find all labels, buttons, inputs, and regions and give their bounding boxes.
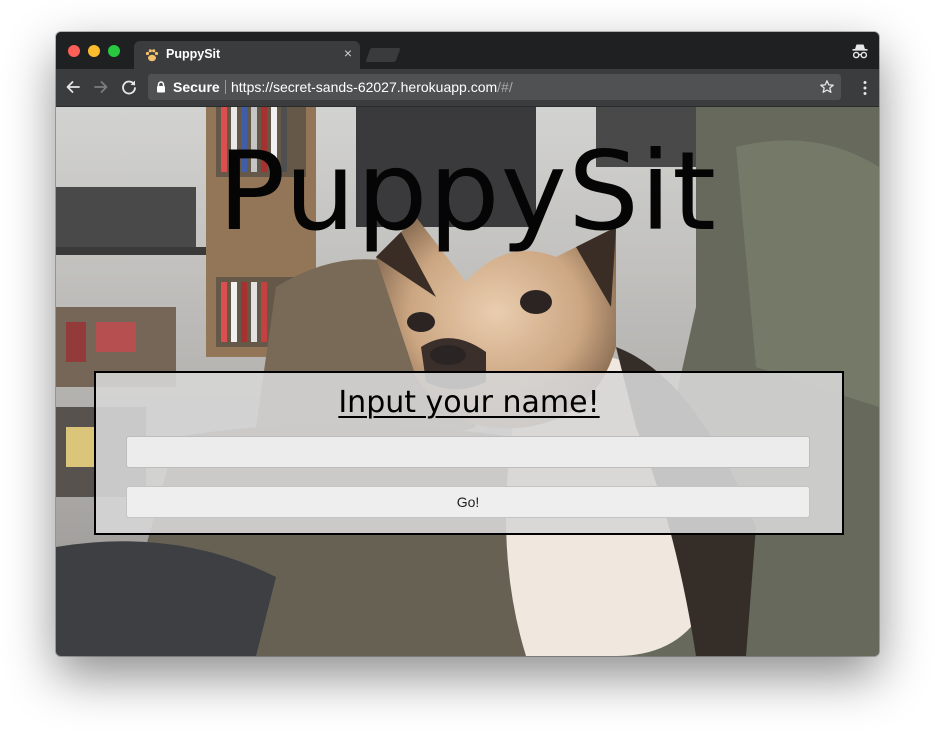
back-icon[interactable] [64, 78, 82, 96]
go-button[interactable]: Go! [126, 486, 810, 518]
name-form-panel: Input your name! Go! [94, 371, 844, 535]
secure-label: Secure [173, 79, 220, 95]
name-input[interactable] [126, 436, 810, 468]
browser-toolbar: Secure https://secret-sands-62027.heroku… [56, 69, 879, 107]
maximize-window-button[interactable] [108, 45, 120, 57]
lock-icon [157, 81, 165, 93]
forward-icon[interactable] [92, 78, 110, 96]
browser-window: PuppySit × Secure https://secret-sands-6… [56, 32, 879, 656]
close-tab-icon[interactable]: × [344, 45, 352, 61]
close-window-button[interactable] [68, 45, 80, 57]
tab-puppysit[interactable]: PuppySit × [134, 41, 360, 69]
tab-title: PuppySit [166, 47, 221, 61]
paw-icon [145, 49, 159, 62]
menu-icon[interactable] [863, 80, 867, 96]
incognito-icon [852, 44, 868, 59]
brand-title: PuppySit [217, 128, 718, 256]
new-tab-button[interactable] [365, 48, 401, 62]
minimize-window-button[interactable] [88, 45, 100, 57]
reload-icon[interactable] [120, 78, 138, 96]
page-content: PuppySit Input your name! Go! [56, 107, 879, 656]
address-bar[interactable]: Secure https://secret-sands-62027.heroku… [148, 74, 841, 100]
tab-strip: PuppySit × [56, 32, 879, 69]
url-path: /#/ [497, 79, 513, 95]
name-prompt-heading: Input your name! [338, 385, 600, 420]
star-icon[interactable] [819, 79, 835, 95]
address-separator [225, 80, 226, 94]
url-host: https://secret-sands-62027.herokuapp.com [231, 79, 498, 95]
url-text: https://secret-sands-62027.herokuapp.com… [231, 74, 513, 100]
